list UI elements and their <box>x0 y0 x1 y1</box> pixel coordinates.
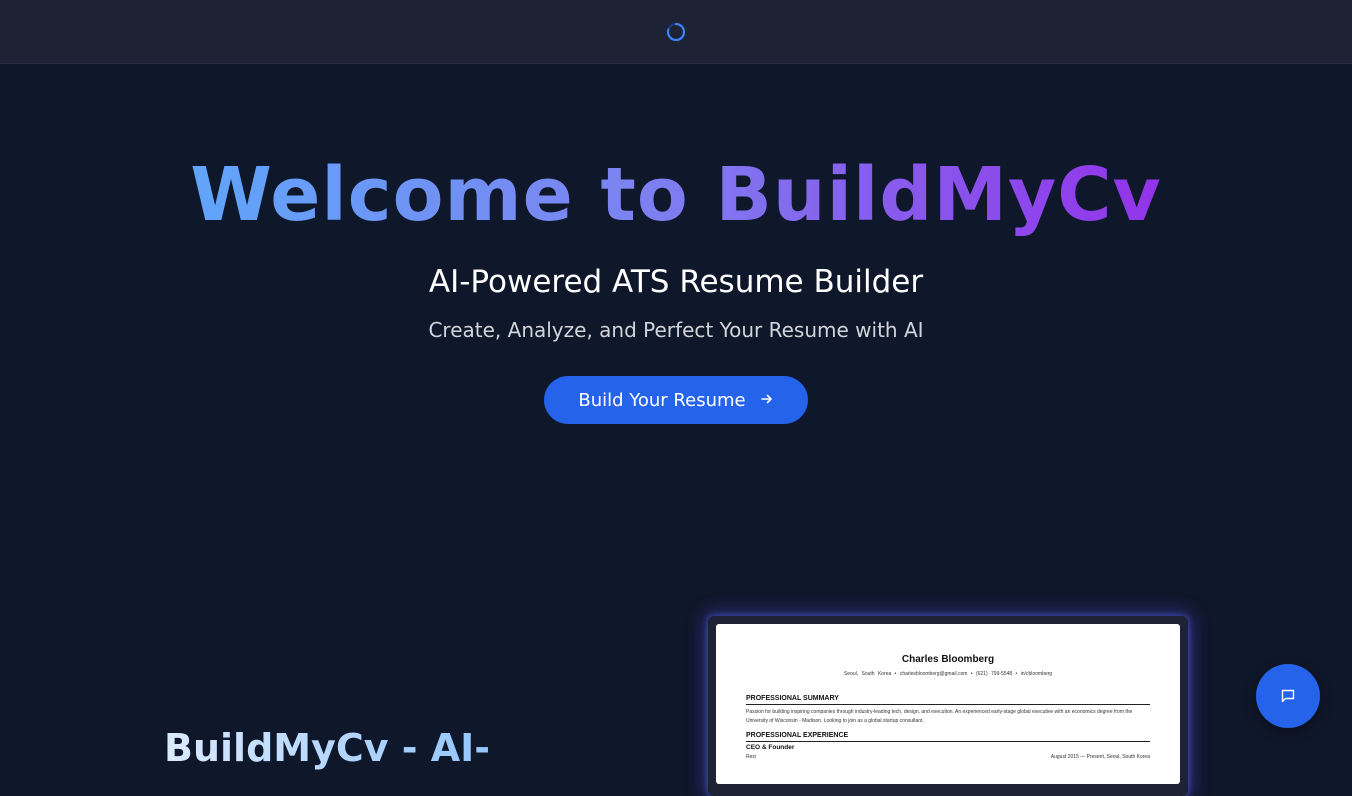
build-resume-button-label: Build Your Resume <box>578 389 746 411</box>
chat-button[interactable] <box>1256 664 1320 728</box>
top-bar <box>0 0 1352 64</box>
resume-experience-heading: PROFESSIONAL EXPERIENCE <box>746 732 1150 742</box>
build-resume-button[interactable]: Build Your Resume <box>544 376 808 424</box>
resume-summary-heading: PROFESSIONAL SUMMARY <box>746 695 1150 705</box>
hero-title-text: Welcome to BuildMyCv <box>190 152 1162 238</box>
loading-spinner-icon <box>666 22 686 42</box>
resume-role: CEO & Founder <box>746 744 795 751</box>
hero-subtitle: AI-Powered ATS Resume Builder <box>428 264 924 300</box>
hero-tagline: Create, Analyze, and Perfect Your Resume… <box>428 318 924 342</box>
chat-bubble-icon <box>1281 689 1295 703</box>
resume-name: Charles Bloomberg <box>901 654 995 665</box>
resume-summary-text: Passion for building inspiring companies… <box>746 709 1133 724</box>
resume-contact: Seoul, South Korea • charlesbloomberg@gm… <box>843 671 1053 677</box>
resume-company: Rezi <box>746 754 757 760</box>
resume-dates: August 2015 — Present, Seoul, South Kore… <box>1050 754 1150 760</box>
arrow-right-icon <box>760 392 774 409</box>
section-title: BuildMyCv - AI- <box>164 722 490 774</box>
hero-title: Welcome to BuildMyCv <box>0 150 1352 240</box>
resume-preview: Charles Bloomberg Seoul, South Korea • c… <box>716 624 1180 784</box>
